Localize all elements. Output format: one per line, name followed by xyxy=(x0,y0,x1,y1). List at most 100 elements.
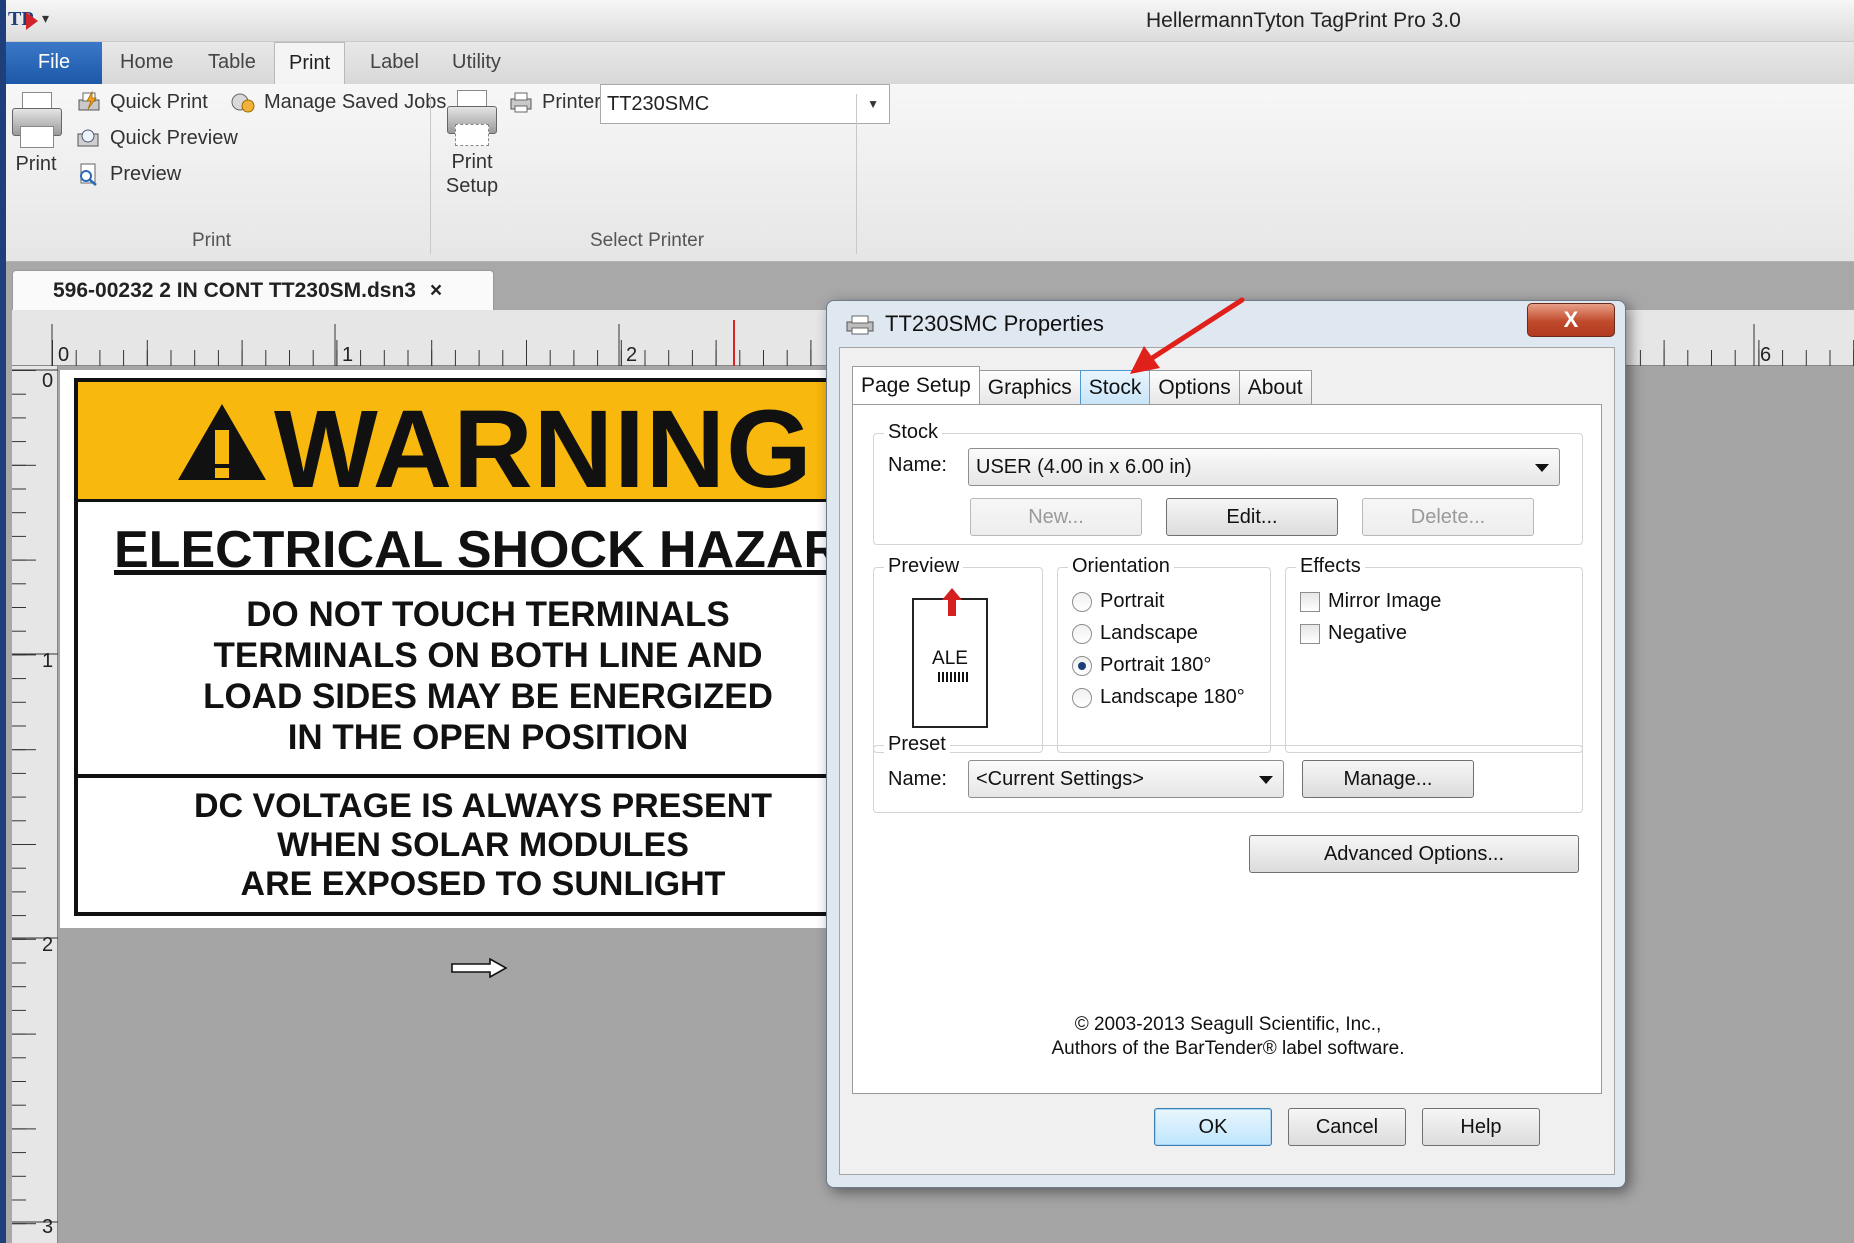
printer-label: Printer xyxy=(542,90,601,113)
checkbox-box xyxy=(1300,623,1320,644)
tab-utility[interactable]: Utility xyxy=(438,42,515,84)
ruler-number: 2 xyxy=(42,934,54,956)
quick-print-button[interactable]: Quick Print xyxy=(76,90,208,114)
print-setup-icon xyxy=(445,88,499,146)
copyright-notice: © 2003-2013 Seagull Scientific, Inc., Au… xyxy=(853,1013,1603,1061)
preview-button[interactable]: Preview xyxy=(76,162,181,186)
chevron-down-icon xyxy=(1259,776,1273,784)
ribbon-panel: Print Quick Print Manage Saved Jobs Quic… xyxy=(6,84,1854,262)
stock-name-select[interactable]: USER (4.00 in x 6.00 in) xyxy=(968,448,1560,486)
negative-checkbox[interactable]: Negative xyxy=(1300,622,1407,645)
printer-select-value: TT230SMC xyxy=(607,93,710,115)
print-group-label: Print xyxy=(192,230,232,251)
manage-jobs-icon xyxy=(230,90,256,114)
quick-preview-button[interactable]: Quick Preview xyxy=(76,126,238,150)
ok-button[interactable]: OK xyxy=(1154,1108,1272,1146)
preset-name-label: Name: xyxy=(888,768,947,790)
page-setup-panel: Stock Name: USER (4.00 in x 6.00 in) New… xyxy=(852,404,1602,1094)
app-window: TP ▾ HellermannTyton TagPrint Pro 3.0 Fi… xyxy=(6,0,1854,1243)
label-divider xyxy=(78,774,880,778)
orientation-portrait-radio[interactable]: Portrait xyxy=(1072,590,1164,613)
dc-line: WHEN SOLAR MODULES xyxy=(277,826,689,864)
label-sheet[interactable]: WARNING ELECTRICAL SHOCK HAZAR DO NOT TO… xyxy=(60,370,890,928)
mirror-image-checkbox[interactable]: Mirror Image xyxy=(1300,590,1441,613)
orientation-landscape-radio[interactable]: Landscape xyxy=(1072,622,1198,645)
ruler-number: 1 xyxy=(42,650,54,672)
preset-name-select[interactable]: <Current Settings> xyxy=(968,760,1284,798)
ruler-number: 6 xyxy=(1760,344,1772,366)
radio-label: Portrait 180° xyxy=(1100,654,1212,676)
chevron-down-icon: ▼ xyxy=(867,97,879,111)
stock-legend: Stock xyxy=(884,421,943,444)
warning-line: TERMINALS ON BOTH LINE AND xyxy=(213,636,763,675)
printer-select[interactable]: TT230SMC ▼ xyxy=(600,84,890,124)
hazard-title: ELECTRICAL SHOCK HAZAR xyxy=(114,521,842,579)
edit-stock-button[interactable]: Edit... xyxy=(1166,498,1338,536)
tab-label[interactable]: Label xyxy=(356,42,433,84)
new-stock-button[interactable]: New... xyxy=(970,498,1142,536)
radio-indicator xyxy=(1072,687,1092,708)
warning-triangle-icon xyxy=(178,404,266,480)
ruler-number: 3 xyxy=(42,1216,54,1238)
tab-table[interactable]: Table xyxy=(194,42,270,84)
radio-indicator xyxy=(1072,591,1092,612)
ribbon-separator xyxy=(856,94,857,254)
printer-icon xyxy=(845,313,875,335)
printer-small-icon xyxy=(508,90,534,114)
dc-line: ARE EXPOSED TO SUNLIGHT xyxy=(240,865,726,903)
vertical-ruler: 0 1 2 3 xyxy=(12,366,58,1243)
select-printer-group-label: Select Printer xyxy=(590,230,705,251)
dialog-title-bar: TT230SMC Properties xyxy=(845,311,1104,337)
radio-indicator xyxy=(1072,623,1092,644)
warning-body: DO NOT TOUCH TERMINALS TERMINALS ON BOTH… xyxy=(78,594,898,758)
print-button[interactable]: Print xyxy=(10,90,62,176)
checkbox-box xyxy=(1300,591,1320,612)
printer-icon xyxy=(10,90,64,148)
orientation-landscape-180-radio[interactable]: Landscape 180° xyxy=(1072,686,1245,709)
printer-properties-dialog: TT230SMC Properties X Page Setup Graphic… xyxy=(826,300,1626,1188)
advanced-options-button[interactable]: Advanced Options... xyxy=(1249,835,1579,873)
dc-warning-body: DC VOLTAGE IS ALWAYS PRESENT WHEN SOLAR … xyxy=(78,787,888,904)
orientation-portrait-180-radio[interactable]: Portrait 180° xyxy=(1072,654,1211,677)
preview-legend: Preview xyxy=(884,555,964,578)
tab-page-setup[interactable]: Page Setup xyxy=(852,366,980,406)
preset-name-value: <Current Settings> xyxy=(976,768,1144,790)
manage-saved-jobs-label: Manage Saved Jobs xyxy=(264,90,447,113)
delete-stock-button[interactable]: Delete... xyxy=(1362,498,1534,536)
warning-line: IN THE OPEN POSITION xyxy=(287,718,689,757)
checkbox-label: Negative xyxy=(1328,622,1407,644)
app-logo-icon[interactable]: TP xyxy=(8,8,38,32)
warning-header: WARNING xyxy=(78,382,880,511)
warning-label[interactable]: WARNING ELECTRICAL SHOCK HAZAR DO NOT TO… xyxy=(74,378,884,916)
preview-sample-text: ALE xyxy=(932,648,968,669)
tab-file[interactable]: File xyxy=(6,42,102,84)
preview-group: Preview ALE xyxy=(873,555,1043,753)
quick-print-label: Quick Print xyxy=(110,90,208,113)
ribbon-tabs: File Home Table Print Label Utility xyxy=(6,42,1854,85)
document-tab-label: 596-00232 2 IN CONT TT230SM.dsn3 xyxy=(53,279,416,302)
cancel-button[interactable]: Cancel xyxy=(1288,1108,1406,1146)
close-tab-icon[interactable]: × xyxy=(430,279,442,302)
quick-access-dropdown-icon[interactable]: ▾ xyxy=(42,10,49,27)
quick-preview-label: Quick Preview xyxy=(110,126,238,149)
preview-label: Preview xyxy=(110,162,182,185)
tab-home[interactable]: Home xyxy=(106,42,187,84)
copyright-line: © 2003-2013 Seagull Scientific, Inc., xyxy=(1074,1014,1382,1035)
print-button-label: Print xyxy=(15,153,57,175)
manage-saved-jobs-button[interactable]: Manage Saved Jobs xyxy=(230,90,446,114)
ruler-number: 2 xyxy=(626,344,638,366)
document-tab[interactable]: 596-00232 2 IN CONT TT230SM.dsn3 × xyxy=(12,270,494,310)
manage-preset-button[interactable]: Manage... xyxy=(1302,760,1474,798)
tab-print[interactable]: Print xyxy=(274,42,346,85)
printer-label-group: Printer xyxy=(508,90,601,114)
help-button[interactable]: Help xyxy=(1422,1108,1540,1146)
orientation-group: Orientation Portrait Landscape Portrait … xyxy=(1057,555,1271,753)
dialog-close-button[interactable]: X xyxy=(1527,303,1615,337)
ruler-number: 1 xyxy=(342,344,354,366)
print-setup-button[interactable]: Print Setup xyxy=(440,88,504,198)
tab-graphics[interactable]: Graphics xyxy=(978,370,1081,406)
feed-direction-arrow-icon xyxy=(451,958,508,978)
warning-heading: WARNING xyxy=(274,388,813,511)
effects-group: Effects Mirror Image Negative xyxy=(1285,555,1583,753)
radio-label: Landscape 180° xyxy=(1100,686,1245,708)
